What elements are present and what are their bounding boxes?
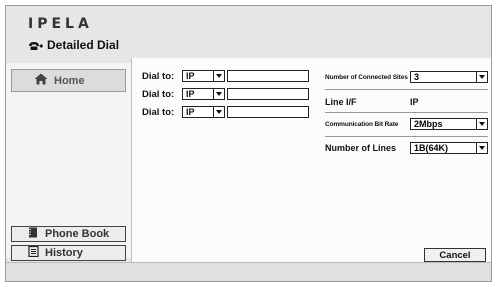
history-icon	[28, 245, 39, 260]
bit-rate-value: 2Mbps	[414, 119, 443, 129]
lines-value: 1B(64K)	[414, 143, 449, 153]
sidebar-item-phone-book[interactable]: Phone Book	[11, 226, 126, 242]
line-if-label: Line I/F	[325, 97, 357, 107]
chevron-down-icon	[213, 107, 224, 117]
dial-label: Dial to:	[142, 88, 175, 100]
line-if-value: IP	[410, 97, 419, 107]
connected-sites-select[interactable]: 3	[410, 71, 488, 83]
cancel-button[interactable]: Cancel	[424, 248, 486, 262]
sidebar-item-label: History	[45, 247, 83, 259]
sidebar-item-home[interactable]: Home	[11, 69, 126, 92]
sidebar-item-history[interactable]: History	[11, 245, 126, 261]
app-window: IPELA Detailed Dial Home Phone Book Hist…	[5, 5, 492, 282]
dial-type-value: IP	[186, 89, 195, 99]
line-if-row: Line I/F IP	[325, 96, 488, 108]
phone-dial-icon	[28, 40, 44, 51]
sidebar: Home Phone Book History	[6, 63, 131, 261]
chevron-down-icon	[476, 119, 487, 129]
lines-label: Number of Lines	[325, 143, 397, 153]
home-icon	[34, 73, 48, 88]
sidebar-item-label: Home	[54, 74, 85, 87]
phone-book-icon	[28, 227, 39, 241]
divider	[325, 89, 488, 90]
page-title-label: Detailed Dial	[47, 38, 120, 52]
chevron-down-icon	[213, 89, 224, 99]
chevron-down-icon	[213, 71, 224, 81]
divider	[325, 112, 488, 113]
bit-rate-select[interactable]: 2Mbps	[410, 118, 488, 130]
sidebar-item-label: Phone Book	[45, 228, 110, 240]
connected-sites-label: Number of Connected Sites	[325, 73, 408, 81]
dial-row-1: Dial to: IP	[142, 70, 309, 82]
bit-rate-label: Communication Bit Rate	[325, 120, 399, 128]
lines-select[interactable]: 1B(64K)	[410, 142, 488, 154]
main-panel: Dial to: IP Dial to: IP Dial to: IP Numb…	[131, 58, 491, 262]
connected-sites-value: 3	[414, 72, 420, 82]
header: IPELA Detailed Dial	[6, 6, 491, 63]
dial-label: Dial to:	[142, 70, 175, 82]
dial-type-value: IP	[186, 71, 195, 81]
dial-type-select[interactable]: IP	[182, 106, 225, 118]
dial-row-3: Dial to: IP	[142, 106, 309, 118]
dial-address-input[interactable]	[227, 70, 309, 82]
bit-rate-row: Communication Bit Rate 2Mbps	[325, 118, 488, 130]
connected-sites-row: Number of Connected Sites 3	[325, 71, 488, 83]
dial-row-2: Dial to: IP	[142, 88, 309, 100]
chevron-down-icon	[476, 72, 487, 82]
ipela-logo: IPELA	[28, 16, 93, 32]
page-title: Detailed Dial	[28, 38, 119, 52]
dial-type-select[interactable]: IP	[182, 70, 225, 82]
divider	[325, 136, 488, 137]
status-bar	[6, 262, 491, 281]
lines-row: Number of Lines 1B(64K)	[325, 142, 488, 154]
chevron-down-icon	[476, 143, 487, 153]
dial-type-value: IP	[186, 107, 195, 117]
dial-label: Dial to:	[142, 106, 175, 118]
dial-address-input[interactable]	[227, 88, 309, 100]
dial-address-input[interactable]	[227, 106, 309, 118]
dial-type-select[interactable]: IP	[182, 88, 225, 100]
